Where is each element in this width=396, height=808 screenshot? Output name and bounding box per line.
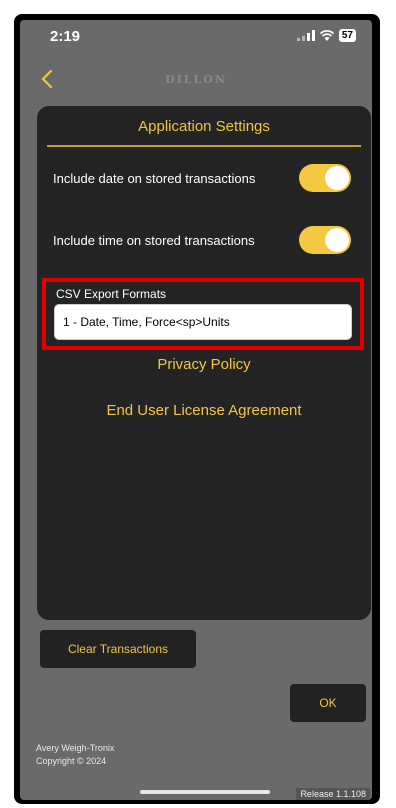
csv-export-select[interactable]: 1 - Date, Time, Force<sp>Units: [54, 304, 352, 340]
include-date-label: Include date on stored transactions: [53, 170, 256, 186]
include-date-row: Include date on stored transactions: [53, 164, 351, 192]
company-name: Avery Weigh-Tronix: [36, 743, 115, 753]
include-time-row: Include time on stored transactions: [53, 226, 351, 254]
privacy-policy-link[interactable]: Privacy Policy: [37, 356, 371, 373]
include-time-toggle[interactable]: [299, 226, 351, 254]
title-divider: [47, 145, 361, 147]
include-date-toggle[interactable]: [299, 164, 351, 192]
battery-icon: 57: [338, 29, 356, 42]
toggle-knob: [325, 228, 349, 252]
csv-export-section: CSV Export Formats 1 - Date, Time, Force…: [42, 278, 364, 350]
csv-export-label: CSV Export Formats: [56, 287, 167, 301]
eula-link[interactable]: End User License Agreement: [37, 402, 371, 419]
release-badge: Release 1.1.108: [296, 788, 370, 800]
card-title: Application Settings: [138, 118, 270, 135]
status-time: 2:19: [50, 28, 81, 45]
copyright-text: Copyright © 2024: [36, 756, 107, 766]
include-time-label: Include time on stored transactions: [53, 232, 255, 248]
toggle-knob: [325, 166, 349, 190]
ok-button[interactable]: OK: [290, 684, 366, 722]
signal-icon: [296, 30, 315, 41]
status-icons: 57: [296, 29, 356, 42]
clear-transactions-button[interactable]: Clear Transactions: [40, 630, 196, 668]
settings-card: Application Settings Include date on sto…: [37, 106, 371, 620]
wifi-icon: [319, 30, 334, 41]
home-indicator: [140, 790, 270, 794]
app-screen: 2:19 57 DILLON Application Settings Incl…: [20, 20, 372, 800]
app-logo: DILLON: [165, 73, 227, 86]
